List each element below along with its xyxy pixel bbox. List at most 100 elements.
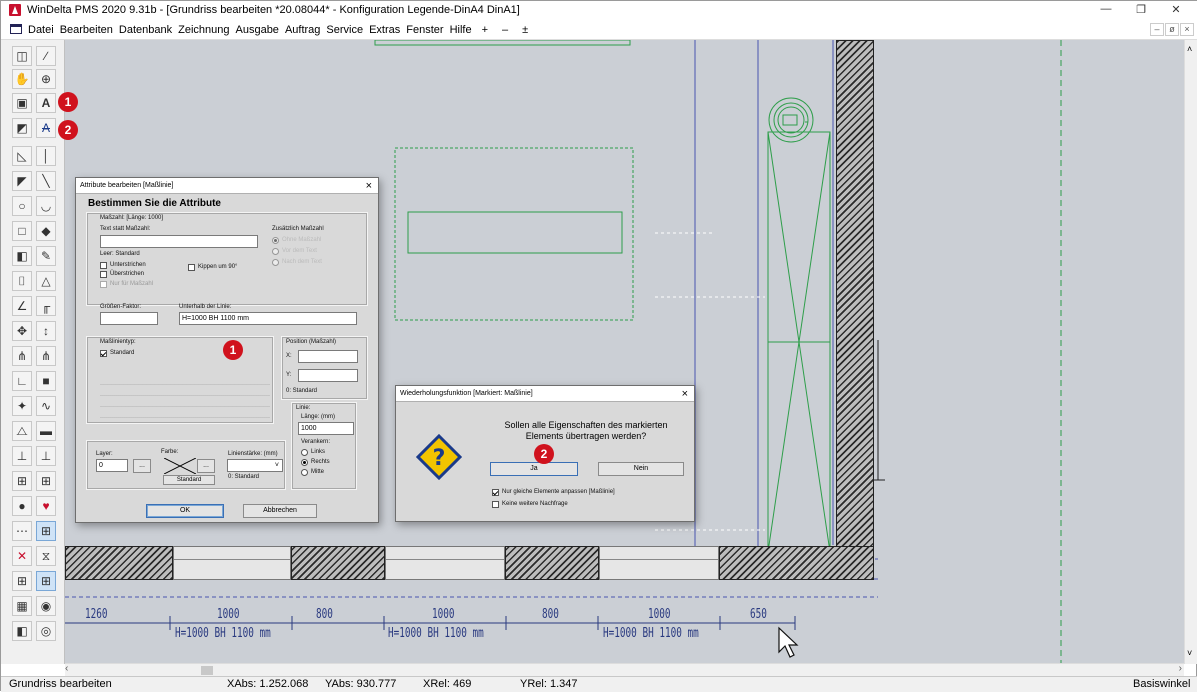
pyramid-icon[interactable]: ⧍ — [12, 421, 32, 441]
verankern-rechts-radio[interactable] — [301, 459, 308, 466]
keine-nachfrage-checkbox[interactable] — [492, 501, 499, 508]
plan-icon[interactable]: ⧖ — [36, 546, 56, 566]
menu-extras[interactable]: Extras — [366, 20, 403, 40]
menu-service[interactable]: Service — [323, 20, 366, 40]
mdi-minimize-button[interactable]: – — [1150, 23, 1164, 36]
diagonal-line-icon[interactable]: ╲ — [36, 171, 56, 191]
attribute-dialog-close-icon[interactable]: × — [366, 178, 372, 194]
layer-alt-icon[interactable]: ⊥ — [36, 446, 56, 466]
document-icon[interactable] — [10, 24, 22, 34]
frame-icon[interactable]: ◉ — [36, 596, 56, 616]
laenge-input[interactable]: 1000 — [298, 422, 354, 435]
chart-icon[interactable]: ◧ — [12, 621, 32, 641]
grid-icon[interactable]: ⊞ — [36, 521, 56, 541]
verankern-links-radio[interactable] — [301, 449, 308, 456]
dots-icon[interactable]: ⋯ — [12, 521, 32, 541]
nein-button[interactable]: Nein — [598, 462, 684, 476]
restore-button[interactable]: ❐ — [1126, 3, 1156, 18]
curve-icon[interactable]: ∿ — [36, 396, 56, 416]
object-icon[interactable]: ■ — [36, 371, 56, 391]
mirror-alt-icon[interactable]: ⋔ — [36, 346, 56, 366]
menu-plusminus[interactable]: ± — [515, 20, 535, 40]
symbol-icon[interactable]: ✎ — [36, 246, 56, 266]
horizontal-scrollbar[interactable]: ‹ › — [65, 663, 1184, 676]
verankern-mitte-radio[interactable] — [301, 469, 308, 476]
vertical-scrollbar[interactable]: ˄ ˅ — [1184, 40, 1197, 664]
stair-icon[interactable]: ╓ — [36, 296, 56, 316]
globe-icon[interactable]: ◎ — [36, 621, 56, 641]
ueberstrichen-checkbox[interactable] — [100, 271, 107, 278]
kippen-checkbox[interactable] — [188, 264, 195, 271]
height-icon[interactable]: ↕ — [36, 321, 56, 341]
vertical-line-icon[interactable]: │ — [36, 146, 56, 166]
mdi-restore-button[interactable]: ø — [1165, 23, 1179, 36]
layer-icon[interactable]: ⊥ — [12, 446, 32, 466]
position-x-input[interactable] — [298, 350, 358, 363]
menu-zeichnung[interactable]: Zeichnung — [175, 20, 232, 40]
heart-icon[interactable]: ♥ — [36, 496, 56, 516]
menu-bearbeiten[interactable]: Bearbeiten — [57, 20, 116, 40]
hand-icon[interactable]: ✋ — [12, 69, 32, 89]
scroll-left-icon[interactable]: ‹ — [65, 663, 68, 674]
text-statt-input[interactable] — [100, 235, 258, 248]
bar-icon[interactable]: ▬ — [36, 421, 56, 441]
arc-icon[interactable]: ◡ — [36, 196, 56, 216]
delete-icon[interactable]: ⊞ — [12, 571, 32, 591]
menu-auftrag[interactable]: Auftrag — [282, 20, 323, 40]
farbe-standard-button[interactable]: Standard — [163, 475, 215, 485]
menu-plus[interactable]: + — [475, 20, 495, 40]
corner-icon[interactable]: ◤ — [12, 171, 32, 191]
scroll-down-icon[interactable]: ˅ — [1187, 648, 1192, 658]
unterhalb-input[interactable]: H=1000 BH 1100 mm — [179, 312, 357, 325]
menu-hilfe[interactable]: Hilfe — [447, 20, 475, 40]
mirror-icon[interactable]: ⋔ — [12, 346, 32, 366]
minimize-button[interactable]: — — [1091, 3, 1121, 18]
angle-icon[interactable]: ∠ — [12, 296, 32, 316]
raster-icon[interactable]: ▦ — [12, 596, 32, 616]
layer-input[interactable]: 0 — [96, 459, 128, 472]
unterstrichen-checkbox[interactable] — [100, 262, 107, 269]
zoom-icon[interactable]: ⊕ — [36, 69, 56, 89]
groessen-faktor-input[interactable] — [100, 312, 158, 325]
fill-shape-icon[interactable]: ◆ — [36, 221, 56, 241]
drop-icon[interactable]: ● — [12, 496, 32, 516]
ja-button[interactable]: Ja — [490, 462, 578, 476]
rectangle-icon[interactable]: □ — [12, 221, 32, 241]
scroll-right-icon[interactable]: › — [1179, 663, 1182, 674]
layer-more-button[interactable]: ... — [133, 459, 151, 473]
circle-icon[interactable]: ○ — [12, 196, 32, 216]
axis-icon[interactable]: ∟ — [12, 371, 32, 391]
scroll-thumb[interactable] — [201, 666, 213, 675]
table-alt-icon[interactable]: ⊞ — [36, 471, 56, 491]
mdi-close-button[interactable]: × — [1180, 23, 1194, 36]
dimension-text-icon[interactable]: A — [36, 118, 56, 138]
room-icon[interactable]: ▣ — [12, 93, 32, 113]
repeat-dialog-close-icon[interactable]: × — [682, 386, 688, 402]
delete-alt-icon[interactable]: ⊞ — [36, 571, 56, 591]
move-icon[interactable]: ✥ — [12, 321, 32, 341]
dim-icon[interactable]: ✕ — [12, 546, 32, 566]
triangle-outline-icon[interactable]: △ — [36, 271, 56, 291]
menu-datei[interactable]: Datei — [25, 20, 57, 40]
triangle-icon[interactable]: ◺ — [12, 146, 32, 166]
menu-minus[interactable]: – — [495, 20, 515, 40]
farbe-swatch-icon[interactable] — [164, 458, 196, 474]
menu-fenster[interactable]: Fenster — [403, 20, 446, 40]
table-icon[interactable]: ⊞ — [12, 471, 32, 491]
ok-button[interactable]: OK — [146, 504, 224, 518]
scroll-up-icon[interactable]: ˄ — [1187, 44, 1192, 54]
menu-ausgabe[interactable]: Ausgabe — [233, 20, 282, 40]
position-y-input[interactable] — [298, 369, 358, 382]
abbrechen-button[interactable]: Abbrechen — [243, 504, 317, 518]
menu-datenbank[interactable]: Datenbank — [116, 20, 175, 40]
linienstaerke-select[interactable]: ˅ — [227, 459, 283, 472]
area-icon[interactable]: ◩ — [12, 118, 32, 138]
point-icon[interactable]: ✦ — [12, 396, 32, 416]
text-icon[interactable]: A — [36, 93, 56, 113]
wall-icon[interactable]: ◧ — [12, 246, 32, 266]
close-button[interactable]: ✕ — [1161, 3, 1191, 18]
nur-gleiche-checkbox[interactable] — [492, 489, 499, 496]
standard-checkbox[interactable] — [100, 350, 107, 357]
farbe-more-button[interactable]: ... — [197, 459, 215, 473]
pencil-icon[interactable]: ∕ — [36, 46, 56, 66]
